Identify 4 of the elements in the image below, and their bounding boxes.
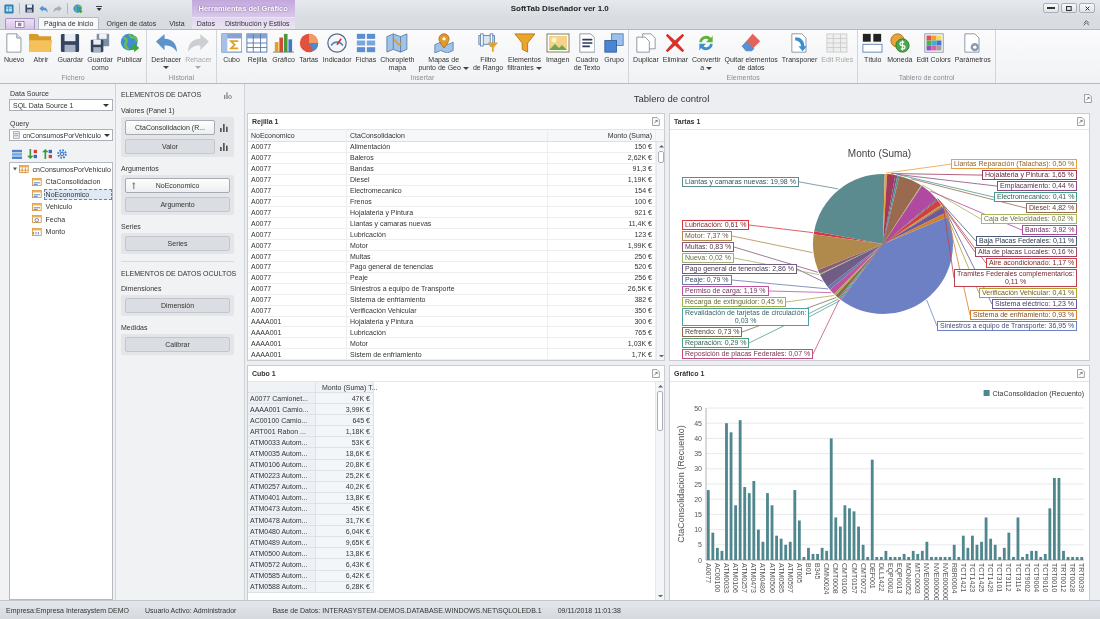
dashboard-title: Tablero de control	[633, 93, 710, 104]
axis-title: CtaConsolidacion (Recuento)	[676, 425, 686, 543]
chart-title: Monto (Suma)	[846, 147, 913, 159]
window-title: SoftTab Diseñador ver 1.0	[509, 4, 610, 13]
